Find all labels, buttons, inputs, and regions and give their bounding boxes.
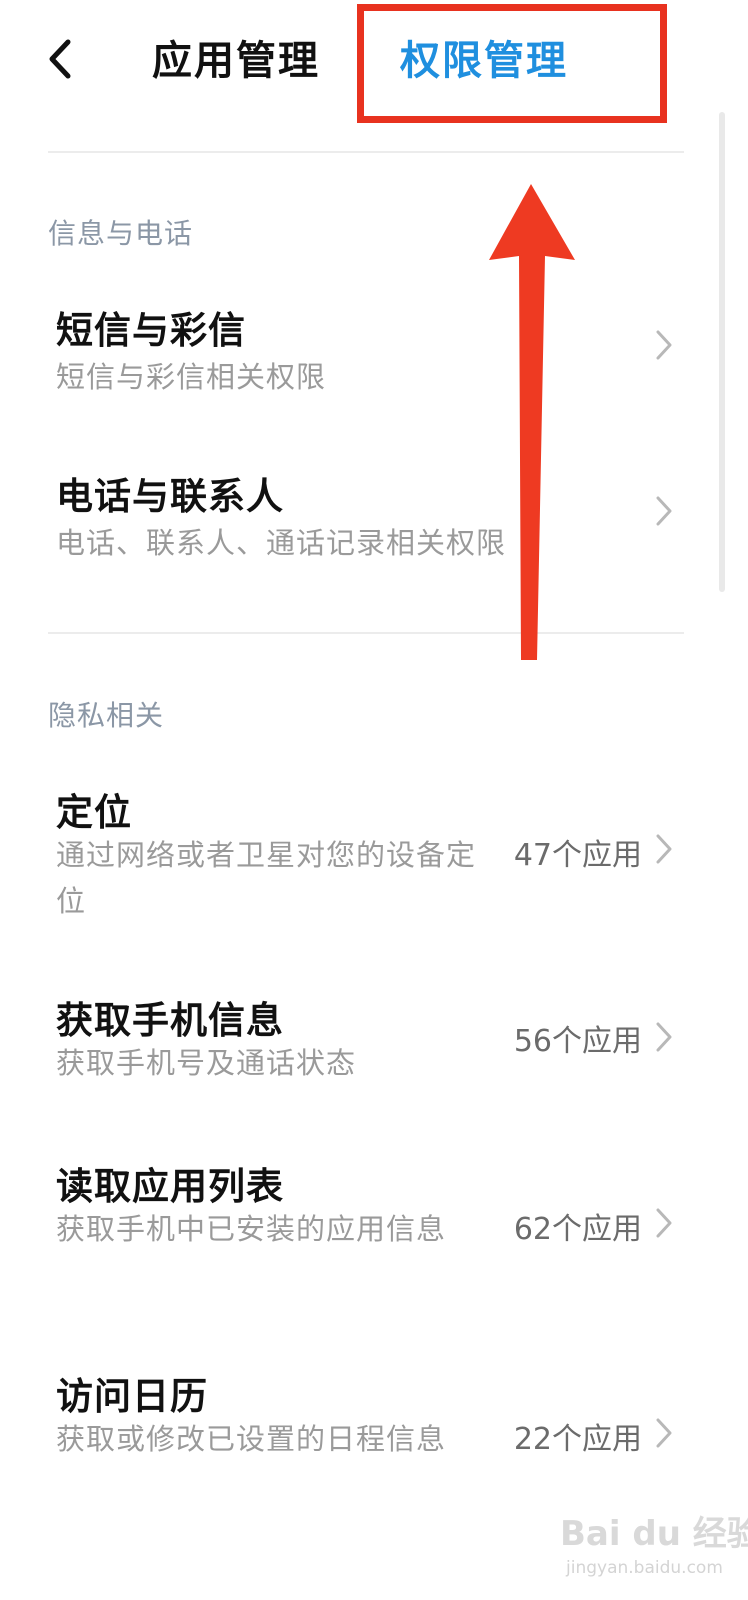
baidu-watermark: Bai du 经验 jingyan.baidu.com: [560, 1488, 748, 1588]
item-title: 读取应用列表: [56, 1165, 284, 1208]
item-title: 电话与联系人: [56, 475, 284, 518]
item-subtitle: 通过网络或者卫星对您的设备定位: [56, 838, 477, 918]
list-item-location[interactable]: 定位 通过网络或者卫星对您的设备定位 47个应用: [0, 782, 712, 932]
chevron-right-icon: [656, 834, 672, 864]
back-button[interactable]: [40, 32, 84, 86]
watermark-url: jingyan.baidu.com: [566, 1558, 723, 1578]
item-title: 访问日历: [56, 1375, 208, 1418]
list-item-phone-contacts[interactable]: 电话与联系人 电话、联系人、通话记录相关权限: [0, 466, 712, 586]
item-subtitle: 短信与彩信相关权限: [56, 360, 327, 394]
app-count: 62个应用: [513, 1212, 642, 1247]
tab-app-management[interactable]: 应用管理: [152, 28, 320, 86]
red-arrow-up-icon: [489, 184, 575, 660]
app-header: 应用管理 权限管理: [0, 0, 748, 130]
list-item-sms-mms[interactable]: 短信与彩信 短信与彩信相关权限: [0, 300, 712, 420]
chevron-right-icon: [656, 496, 672, 526]
chevron-right-icon: [656, 1418, 672, 1448]
chevron-right-icon: [656, 1208, 672, 1238]
item-title: 短信与彩信: [56, 309, 246, 352]
app-count: 22个应用: [513, 1422, 642, 1457]
tab-permission-management[interactable]: 权限管理: [400, 28, 568, 86]
chevron-right-icon: [656, 1022, 672, 1052]
chevron-left-icon: [49, 39, 71, 79]
header-divider: [48, 151, 684, 153]
chevron-right-icon: [656, 330, 672, 360]
item-title: 定位: [56, 791, 132, 834]
item-subtitle: 获取或修改已设置的日程信息: [56, 1422, 447, 1456]
scrollbar[interactable]: [719, 112, 725, 592]
app-count: 47个应用: [513, 838, 642, 873]
list-item-app-list[interactable]: 读取应用列表 获取手机中已安装的应用信息 62个应用: [0, 1156, 712, 1306]
app-count: 56个应用: [513, 1024, 642, 1059]
item-subtitle: 获取手机中已安装的应用信息: [56, 1212, 447, 1246]
list-item-phone-info[interactable]: 获取手机信息 获取手机号及通话状态 56个应用: [0, 990, 712, 1100]
watermark-brand: Bai du 经验: [560, 1514, 748, 1554]
item-subtitle: 获取手机号及通话状态: [56, 1046, 357, 1080]
section-divider: [48, 632, 684, 634]
section-title-info-phone: 信息与电话: [48, 217, 194, 250]
item-title: 获取手机信息: [56, 999, 284, 1042]
section-title-privacy: 隐私相关: [48, 699, 165, 732]
item-subtitle: 电话、联系人、通话记录相关权限: [56, 526, 507, 560]
